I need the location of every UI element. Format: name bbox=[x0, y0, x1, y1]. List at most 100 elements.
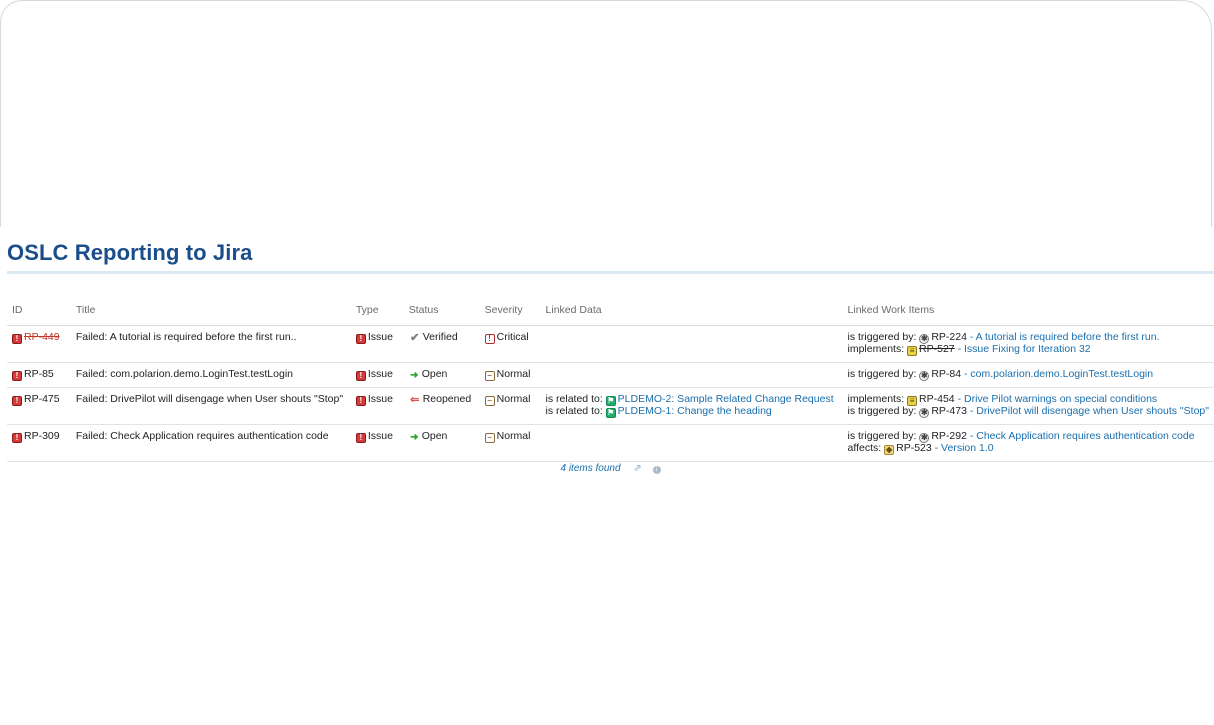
linked-item-link[interactable]: - com.polarion.demo.LoginTest.testLogin bbox=[964, 368, 1153, 380]
reopened-arrow-icon: ⇐ bbox=[410, 394, 420, 406]
test-case-icon: ✱ bbox=[919, 408, 930, 418]
issue-icon: ! bbox=[12, 396, 22, 406]
linked-item-link[interactable]: - DrivePilot will disengage when User sh… bbox=[970, 405, 1209, 417]
page-title: OSLC Reporting to Jira bbox=[7, 240, 253, 265]
linked-work-items-cell: implements: ≡ RP-454 - Drive Pilot warnin… bbox=[842, 387, 1214, 425]
linked-data-cell bbox=[540, 325, 843, 363]
type-label: Issue bbox=[367, 430, 393, 442]
linked-item-id: RP-84 bbox=[931, 368, 962, 380]
linked-data-item: is related to: ⚑ PLDEMO-1: Change the hea… bbox=[545, 405, 838, 418]
work-item-id-link[interactable]: RP-449 bbox=[24, 331, 60, 343]
severity-label: Normal bbox=[496, 393, 531, 405]
work-item-title: Failed: A tutorial is required before th… bbox=[70, 325, 351, 363]
link-role-label: affects: bbox=[847, 442, 882, 454]
issue-type-icon: ! bbox=[355, 433, 366, 443]
change-request-icon: ⚑ bbox=[605, 408, 616, 418]
work-item-title: Failed: Check Application requires authe… bbox=[70, 424, 351, 462]
severity-label: Critical bbox=[496, 331, 529, 343]
table-header-row: ID Title Type Status Severity Linked Dat… bbox=[7, 298, 1214, 326]
severity-label: Normal bbox=[496, 368, 531, 380]
linked-item-id: RP-473 bbox=[931, 405, 967, 417]
linked-item-link[interactable]: - Check Application requires authenticat… bbox=[970, 430, 1195, 442]
table-row[interactable]: ! RP-449 Failed: A tutorial is required b… bbox=[7, 325, 1214, 363]
normal-severity-icon: – bbox=[484, 433, 495, 443]
column-header-linked-work-items[interactable]: Linked Work Items bbox=[842, 298, 1214, 326]
linked-work-item: affects: ◆ RP-523 - Version 1.0 bbox=[847, 442, 1209, 455]
link-role-label: implements: bbox=[847, 343, 905, 355]
type-label: Issue bbox=[367, 331, 393, 343]
linked-data-link[interactable]: PLDEMO-2: Sample Related Change Request bbox=[618, 393, 834, 405]
linked-work-item: is triggered by: ✱ RP-473 - DrivePilot wi… bbox=[847, 405, 1209, 418]
normal-severity-icon: – bbox=[484, 396, 495, 406]
change-request-icon: ⚑ bbox=[605, 396, 616, 406]
version-icon: ◆ bbox=[884, 445, 895, 455]
info-icon[interactable]: i bbox=[652, 466, 661, 474]
linked-item-id: RP-224 bbox=[931, 331, 967, 343]
issue-icon: ! bbox=[12, 371, 22, 381]
link-role-label: is triggered by: bbox=[847, 405, 917, 417]
embedded-content-panel bbox=[0, 0, 1212, 227]
link-role-label: is triggered by: bbox=[847, 331, 917, 343]
linked-data-link[interactable]: PLDEMO-1: Change the heading bbox=[618, 405, 772, 417]
severity-label: Normal bbox=[496, 430, 531, 442]
status-label: Reopened bbox=[422, 393, 472, 405]
critical-severity-icon: ! bbox=[484, 334, 495, 344]
work-item-id-link[interactable]: RP-85 bbox=[24, 368, 54, 380]
issue-type-icon: ! bbox=[355, 371, 366, 381]
link-role-label: is triggered by: bbox=[847, 430, 917, 442]
column-header-linked-data[interactable]: Linked Data bbox=[540, 298, 843, 326]
work-items-table: ID Title Type Status Severity Linked Dat… bbox=[7, 298, 1214, 462]
column-header-id[interactable]: ID bbox=[7, 298, 71, 326]
export-icon[interactable]: ⇗ bbox=[633, 463, 641, 474]
work-item-title: Failed: com.polarion.demo.LoginTest.test… bbox=[70, 362, 351, 388]
link-role-label: is related to: bbox=[545, 405, 603, 417]
linked-data-cell bbox=[540, 362, 843, 388]
linked-work-items-cell: is triggered by: ✱ RP-224 - A tutorial is… bbox=[842, 325, 1214, 363]
test-case-icon: ✱ bbox=[919, 371, 930, 381]
column-header-severity[interactable]: Severity bbox=[479, 298, 541, 326]
link-role-label: implements: bbox=[847, 393, 905, 405]
title-divider bbox=[7, 271, 1214, 274]
work-item-title: Failed: DrivePilot will disengage when U… bbox=[70, 387, 351, 425]
linked-item-link[interactable]: - A tutorial is required before the firs… bbox=[970, 331, 1160, 343]
table-row[interactable]: ! RP-85 Failed: com.polarion.demo.LoginTe… bbox=[7, 362, 1214, 388]
linked-item-id: RP-454 bbox=[919, 393, 955, 405]
link-role-label: is triggered by: bbox=[847, 368, 917, 380]
type-label: Issue bbox=[367, 393, 393, 405]
issue-icon: ! bbox=[12, 433, 22, 443]
table-footer: 4 items found ⇗ i bbox=[7, 463, 1214, 474]
open-status-icon: ➜ bbox=[410, 432, 419, 443]
column-header-status[interactable]: Status bbox=[403, 298, 480, 326]
linked-item-id: RP-523 bbox=[896, 442, 932, 454]
linked-work-item: implements: ≡ RP-527 - Issue Fixing for I… bbox=[847, 343, 1209, 356]
linked-item-id: RP-527 bbox=[919, 343, 955, 355]
work-item-id-link[interactable]: RP-475 bbox=[24, 393, 60, 405]
work-item-id-link[interactable]: RP-309 bbox=[24, 430, 60, 442]
open-status-icon: ➜ bbox=[410, 370, 419, 381]
items-count-text: 4 items found bbox=[560, 463, 621, 474]
verified-check-icon: ✔ bbox=[410, 332, 420, 344]
linked-item-link[interactable]: - Drive Pilot warnings on special condit… bbox=[958, 393, 1158, 405]
linked-item-link[interactable]: - Version 1.0 bbox=[935, 442, 994, 454]
column-header-title[interactable]: Title bbox=[70, 298, 351, 326]
linked-data-cell bbox=[540, 424, 843, 462]
table-row[interactable]: ! RP-309 Failed: Check Application requir… bbox=[7, 424, 1214, 462]
linked-item-link[interactable]: - Issue Fixing for Iteration 32 bbox=[958, 343, 1091, 355]
column-header-type[interactable]: Type bbox=[350, 298, 404, 326]
issue-icon: ! bbox=[12, 334, 22, 344]
link-role-label: is related to: bbox=[545, 393, 603, 405]
linked-work-items-cell: is triggered by: ✱ RP-292 - Check Applica… bbox=[842, 424, 1214, 462]
status-label: Open bbox=[421, 430, 448, 442]
requirement-icon: ≡ bbox=[907, 346, 918, 356]
linked-data-cell: is related to: ⚑ PLDEMO-2: Sample Related… bbox=[540, 387, 843, 425]
status-label: Verified bbox=[422, 331, 458, 343]
issue-type-icon: ! bbox=[355, 334, 366, 344]
status-label: Open bbox=[421, 368, 448, 380]
table-row[interactable]: ! RP-475 Failed: DrivePilot will disengag… bbox=[7, 387, 1214, 425]
linked-work-items-cell: is triggered by: ✱ RP-84 - com.polarion.d… bbox=[842, 362, 1214, 388]
linked-item-id: RP-292 bbox=[931, 430, 967, 442]
linked-work-item: is triggered by: ✱ RP-84 - com.polarion.d… bbox=[847, 368, 1209, 381]
type-label: Issue bbox=[367, 368, 393, 380]
normal-severity-icon: – bbox=[484, 371, 495, 381]
issue-type-icon: ! bbox=[355, 396, 366, 406]
